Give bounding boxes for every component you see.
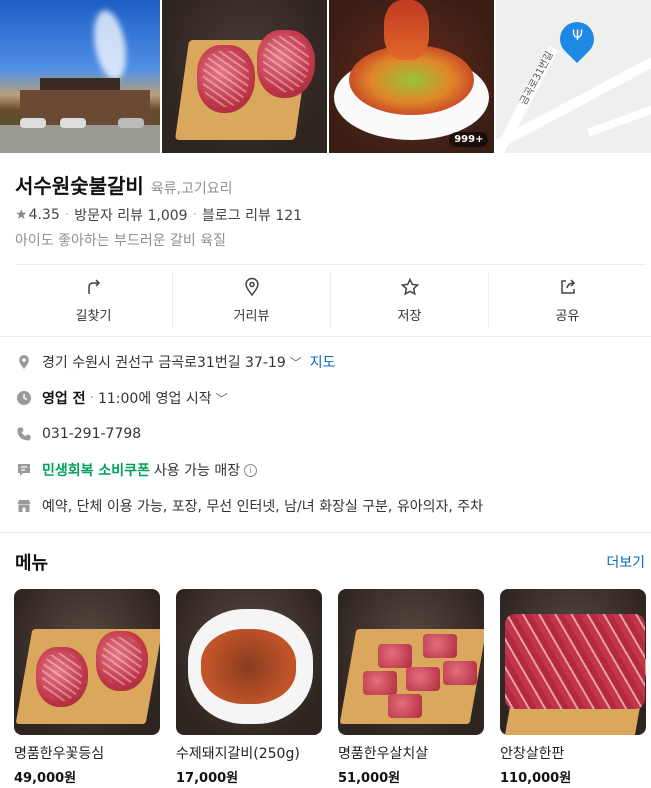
menu-item[interactable]: 명품한우살치살 51,000원 bbox=[338, 589, 484, 786]
action-bar: 길찾기 거리뷰 저장 공유 bbox=[15, 272, 646, 328]
restaurant-icon: Ψ bbox=[571, 28, 583, 44]
menu-item-name: 명품한우꽃등심 bbox=[14, 746, 105, 762]
store-icon bbox=[15, 497, 33, 515]
place-tagline: 아이도 좋아하는 부드러운 갈비 육질 bbox=[15, 233, 226, 249]
amenities-row: 예약, 단체 이용 가능, 포장, 무선 인터넷, 남/녀 화장실 구분, 유아… bbox=[15, 496, 483, 516]
menu-item-image[interactable] bbox=[14, 589, 160, 735]
share-icon bbox=[560, 278, 575, 294]
menu-item-price: 49,000원 bbox=[14, 771, 77, 786]
menu-item-name: 수제돼지갈비(250g) bbox=[176, 746, 300, 762]
phone-row[interactable]: 031-291-7798 bbox=[15, 425, 141, 443]
street-view-button[interactable]: 거리뷰 bbox=[173, 272, 331, 328]
address-row: 경기 수원시 권선구 금곡로31번길 37-19 ﹀ 지도 bbox=[15, 352, 336, 372]
steak-photo[interactable] bbox=[161, 0, 327, 153]
chevron-down-icon[interactable]: ﹀ bbox=[216, 390, 228, 407]
directions-label: 길찾기 bbox=[75, 308, 112, 324]
place-title-row: 서수원숯불갈비 육류,고기요리 bbox=[15, 170, 233, 199]
menu-item-name: 명품한우살치살 bbox=[338, 746, 429, 762]
hours-row[interactable]: 영업 전 · 11:00에 영업 시작 ﹀ bbox=[15, 388, 228, 408]
menu-item[interactable]: 명품한우꽃등심 49,000원 bbox=[14, 589, 160, 786]
menu-item-image[interactable] bbox=[338, 589, 484, 735]
rating-star-icon: ★ bbox=[15, 207, 28, 223]
coupon-text: 사용 가능 매장 bbox=[153, 463, 241, 479]
menu-more-link[interactable]: 더보기 bbox=[606, 552, 645, 572]
photo-count-badge: 999+ bbox=[449, 132, 489, 147]
map-street-label: 금곡로31번길 bbox=[518, 49, 557, 107]
menu-section-title: 메뉴 bbox=[15, 553, 49, 574]
save-label: 저장 bbox=[397, 308, 422, 324]
save-button[interactable]: 저장 bbox=[331, 272, 489, 328]
menu-item-name: 안창살한판 bbox=[500, 746, 565, 762]
hours-status: 영업 전 bbox=[42, 391, 86, 407]
photo-gallery: 999+ 금곡로31번길 Ψ bbox=[0, 0, 651, 153]
street-view-label: 거리뷰 bbox=[233, 308, 270, 324]
divider bbox=[0, 336, 651, 337]
coupon-row: 민생회복 소비쿠폰 사용 가능 매장 i bbox=[15, 460, 258, 480]
street-view-icon bbox=[244, 277, 259, 296]
amenities-text: 예약, 단체 이용 가능, 포장, 무선 인터넷, 남/녀 화장실 구분, 유아… bbox=[42, 499, 484, 515]
coupon-highlight: 민생회복 소비쿠폰 bbox=[42, 463, 150, 479]
review-stats: ★ 4.35 · 방문자 리뷰 1,009 · 블로그 리뷰 121 bbox=[15, 205, 303, 225]
place-name: 서수원숯불갈비 bbox=[15, 174, 144, 198]
place-category: 육류,고기요리 bbox=[150, 181, 233, 197]
rating-value: 4.35 bbox=[28, 207, 60, 223]
message-icon bbox=[15, 461, 33, 479]
info-icon[interactable]: i bbox=[244, 463, 258, 477]
map-link[interactable]: 지도 bbox=[310, 352, 336, 372]
blog-reviews-link[interactable]: 블로그 리뷰 121 bbox=[202, 205, 302, 225]
chevron-down-icon[interactable]: ﹀ bbox=[290, 354, 302, 371]
directions-button[interactable]: 길찾기 bbox=[15, 272, 173, 328]
phone-number[interactable]: 031-291-7798 bbox=[42, 426, 141, 442]
clock-icon bbox=[15, 389, 33, 407]
share-label: 공유 bbox=[555, 308, 580, 324]
menu-item[interactable]: 안창살한판 110,000원 bbox=[500, 589, 646, 786]
map-thumbnail[interactable]: 금곡로31번길 Ψ bbox=[496, 0, 651, 153]
directions-icon bbox=[87, 278, 100, 294]
star-icon bbox=[400, 277, 419, 295]
menu-item[interactable]: 수제돼지갈비(250g) 17,000원 bbox=[176, 589, 322, 786]
section-divider bbox=[0, 532, 651, 533]
menu-item-image[interactable] bbox=[500, 589, 646, 735]
menu-item-price: 17,000원 bbox=[176, 771, 239, 786]
address-text: 경기 수원시 권선구 금곡로31번길 37-19 bbox=[42, 355, 286, 371]
menu-item-price: 51,000원 bbox=[338, 771, 401, 786]
restaurant-exterior-photo[interactable] bbox=[0, 0, 160, 153]
hours-detail: 11:00에 영업 시작 bbox=[97, 391, 212, 407]
location-pin-icon bbox=[15, 353, 33, 371]
visitor-reviews-link[interactable]: 방문자 리뷰 1,009 bbox=[74, 205, 187, 225]
menu-item-image[interactable] bbox=[176, 589, 322, 735]
phone-icon bbox=[15, 425, 33, 443]
share-button[interactable]: 공유 bbox=[489, 272, 646, 328]
divider bbox=[15, 264, 646, 265]
salad-photo[interactable]: 999+ bbox=[328, 0, 495, 153]
menu-list: 명품한우꽃등심 49,000원 수제돼지갈비(250g) 17,000원 명품한… bbox=[14, 589, 646, 786]
menu-item-price: 110,000원 bbox=[500, 771, 572, 786]
